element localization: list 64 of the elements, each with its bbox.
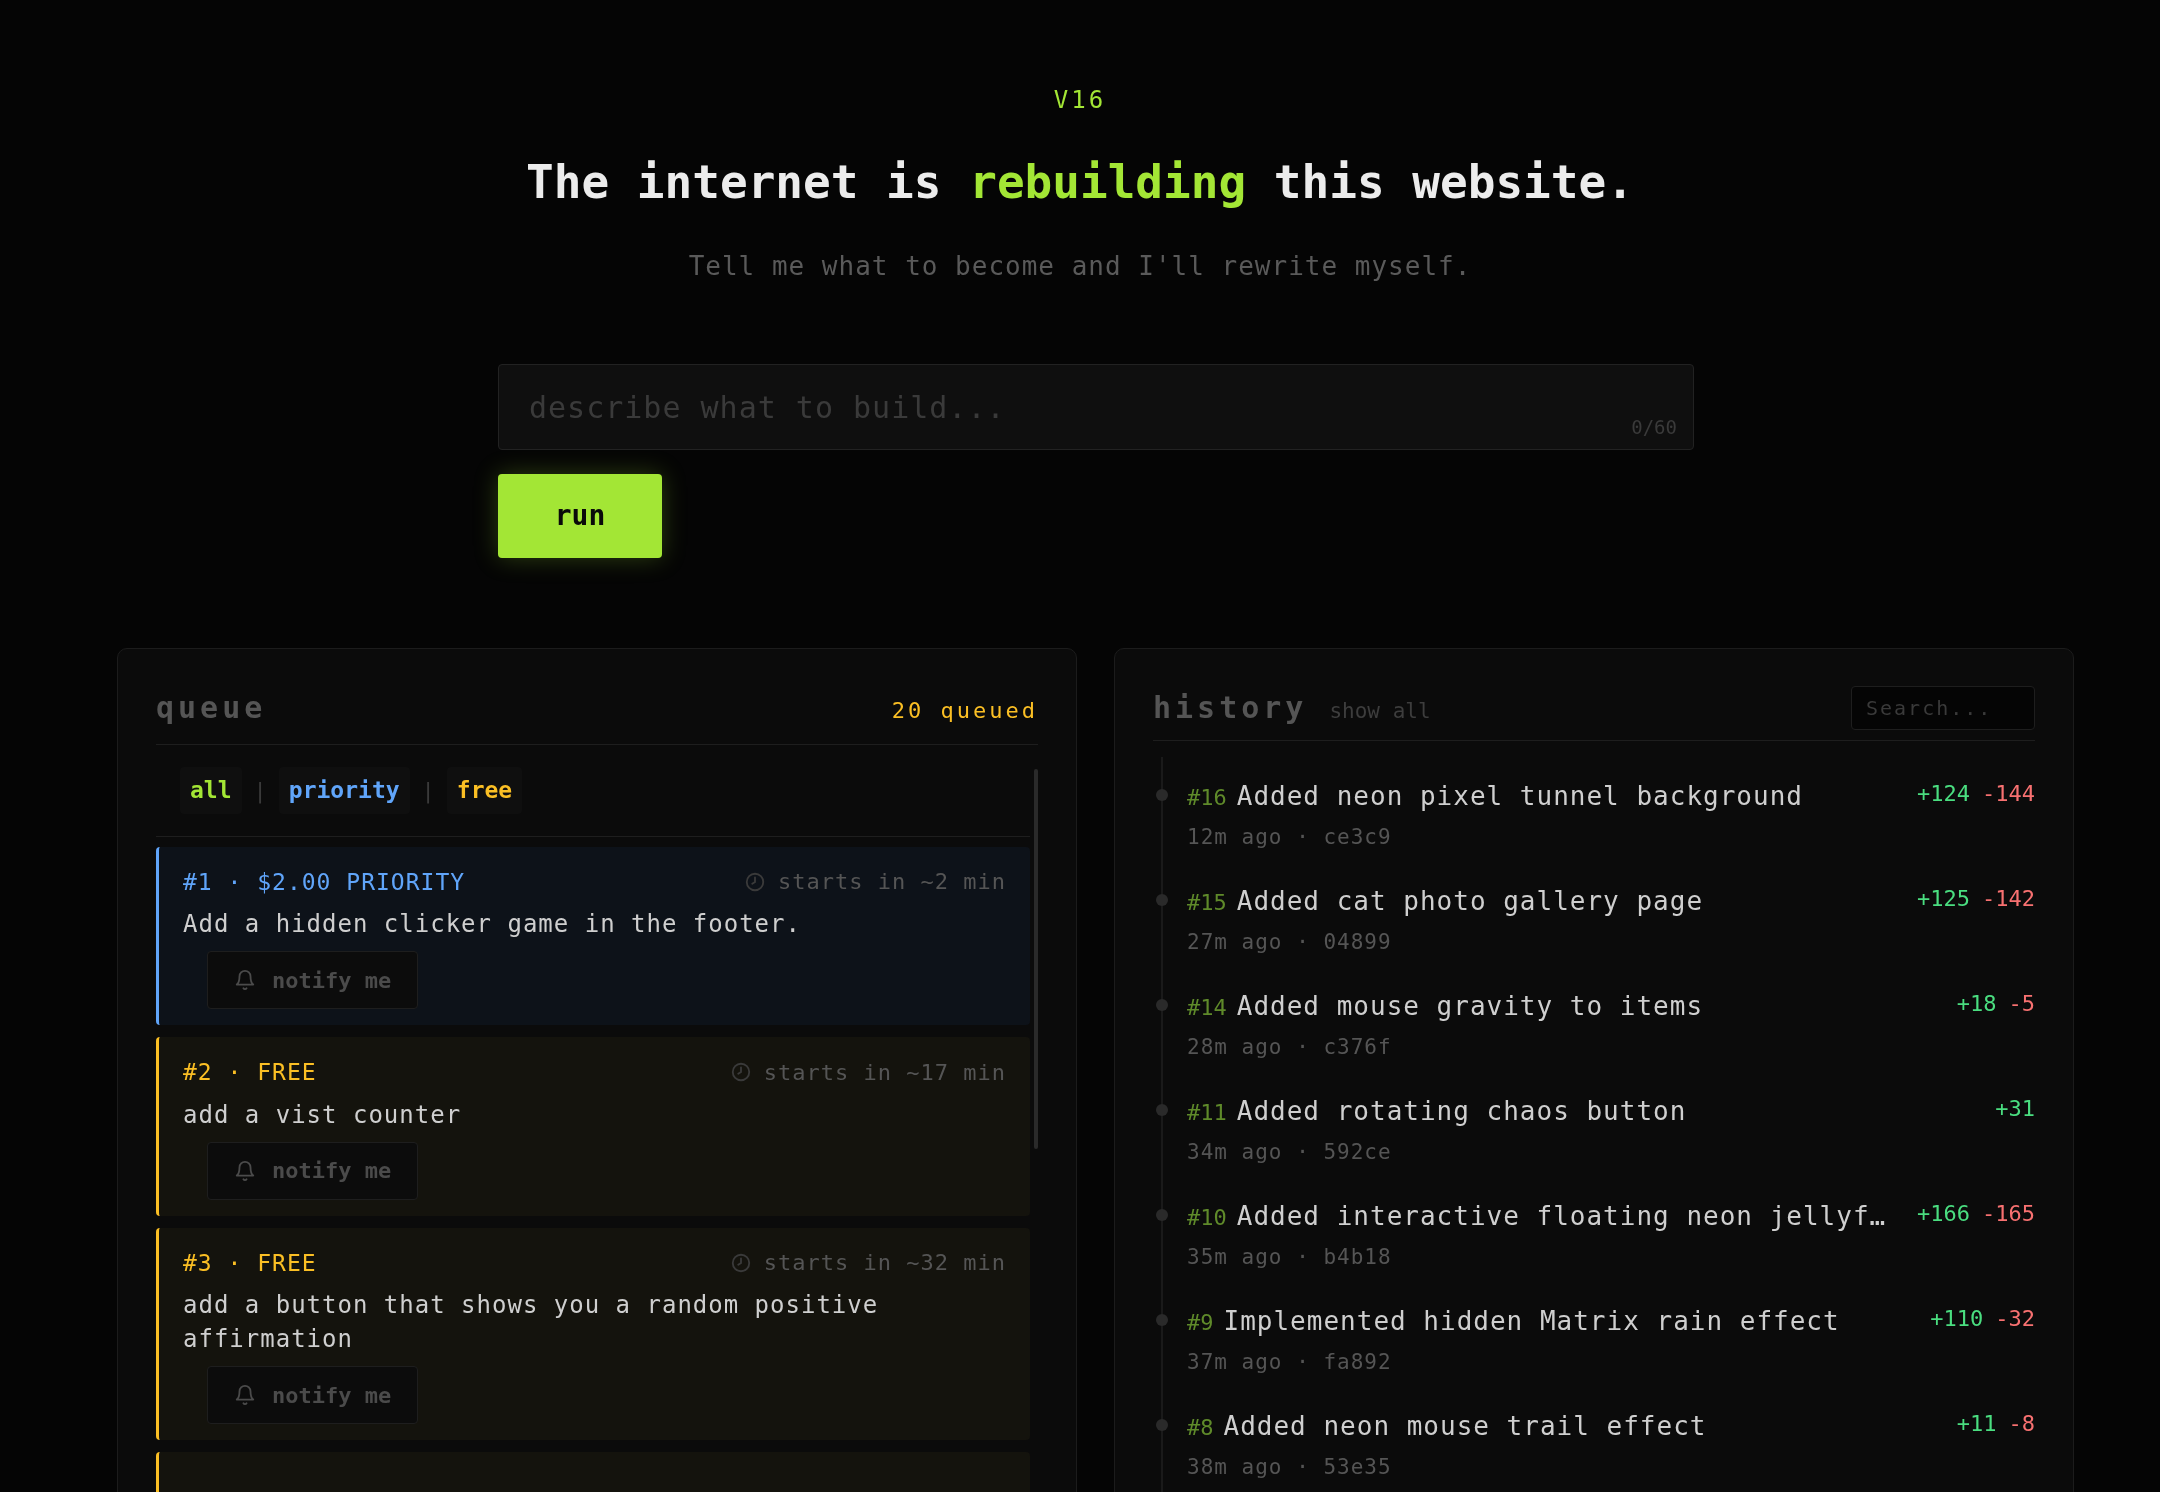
eta-text: starts in ~17 min — [763, 1058, 1006, 1087]
history-title: Added rotating chaos button — [1236, 1095, 1687, 1128]
history-meta: 28m ago · c376f — [1187, 1034, 1393, 1061]
queue-item-text: add a vist counter — [183, 1099, 463, 1131]
lines-removed: -32 — [1995, 1305, 2035, 1333]
history-meta: 34m ago · 592ce — [1187, 1139, 1393, 1166]
bell-icon — [234, 1384, 256, 1406]
notify-button[interactable]: notify me — [207, 1141, 419, 1200]
lines-added: +124 — [1917, 780, 1970, 808]
filter-tab[interactable]: priority — [278, 767, 410, 814]
lines-removed: -144 — [1982, 780, 2035, 808]
bell-icon — [234, 969, 256, 991]
build-number: #14 — [1187, 994, 1227, 1022]
history-meta: 27m ago · 04899 — [1187, 929, 1393, 956]
clock-icon — [744, 870, 767, 893]
lines-added: +110 — [1930, 1305, 1984, 1333]
history-meta: 37m ago · fa892 — [1187, 1349, 1393, 1376]
headline: The internet is rebuilding this website. — [526, 154, 1634, 211]
eta-text: starts in ~32 min — [763, 1249, 1006, 1278]
lines-added: +31 — [1995, 1095, 2035, 1123]
build-number: #10 — [1187, 1204, 1227, 1232]
lines-removed: -5 — [2008, 990, 2035, 1018]
lines-removed: -165 — [1982, 1200, 2035, 1228]
bell-icon — [234, 1159, 256, 1182]
lines-added: +125 — [1917, 885, 1970, 913]
panel-title: queue — [156, 689, 267, 727]
build-number: #11 — [1187, 1099, 1227, 1127]
history-title: Implemented hidden Matrix rain effect — [1223, 1305, 1840, 1338]
filter-tab[interactable]: all — [180, 767, 242, 814]
build-number: #9 — [1187, 1309, 1214, 1337]
run-button[interactable]: run — [498, 474, 662, 558]
lines-removed: -8 — [2008, 1410, 2035, 1438]
build-number: #15 — [1187, 889, 1227, 917]
separator: | — [421, 776, 435, 806]
queue-item-text: Add a hidden clicker game in the footer. — [183, 909, 802, 940]
build-number: #16 — [1187, 784, 1227, 812]
separator: | — [253, 776, 267, 806]
lines-added: +11 — [1956, 1410, 1997, 1438]
history-title: Added neon pixel tunnel background — [1236, 780, 1803, 813]
panel-title: history — [1153, 689, 1308, 727]
notify-button[interactable]: notify me — [207, 951, 419, 1009]
queued-count: 20 queued — [891, 697, 1038, 725]
history-meta: 35m ago · b4b18 — [1187, 1244, 1393, 1271]
history-title: Added neon mouse trail effect — [1223, 1410, 1707, 1443]
history-meta: 38m ago · 53e35 — [1187, 1454, 1393, 1481]
queue-item-label: #3 · FREE — [183, 1248, 317, 1278]
history-title: Added mouse gravity to items — [1236, 990, 1704, 1023]
eta-text: starts in ~2 min — [778, 868, 1006, 897]
clock-icon — [729, 1251, 752, 1274]
clock-icon — [729, 1061, 752, 1084]
queue-item-label: #2 · FREE — [183, 1058, 317, 1087]
build-number: #8 — [1187, 1414, 1214, 1442]
subtitle: Tell me what to become and I'll rewrite myself. — [688, 250, 1472, 283]
lines-added: +18 — [1956, 990, 1997, 1018]
version-label: V16 — [1053, 85, 1107, 116]
notify-button[interactable]: notify me — [207, 1366, 419, 1424]
filter-tab[interactable]: free — [446, 767, 523, 814]
history-title: Added cat photo gallery page — [1236, 885, 1704, 918]
queue-item-text: add a button that shows you a random positive affirmation — [183, 1290, 880, 1355]
lines-added: +166 — [1917, 1200, 1970, 1228]
lines-removed: -142 — [1982, 885, 2035, 913]
queue-item-label: #1 · $2.00 PRIORITY — [183, 867, 466, 897]
history-meta: 12m ago · ce3c9 — [1187, 824, 1393, 851]
history-title: Added interactive floating neon jellyf… — [1236, 1200, 1887, 1233]
